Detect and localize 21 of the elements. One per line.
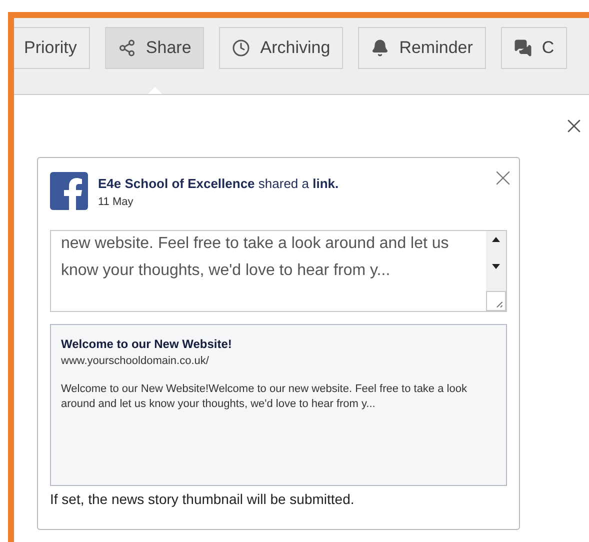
toolbar-tab[interactable]: Reminder: [358, 27, 486, 69]
clock-icon: [232, 39, 250, 57]
toolbar-tab[interactable]: Archiving: [219, 27, 344, 69]
post-header: E4e School of Excellence shared a link.: [98, 175, 339, 193]
resize-grip-icon[interactable]: [486, 291, 506, 311]
preview-description: Welcome to our New Website!Welcome to our new website. Feel free to take a look around and let us know your thoughts, we'd love to hear from y...: [61, 382, 468, 412]
chat-icon: [514, 39, 532, 57]
share-icon: [118, 39, 136, 57]
scroll-down-icon[interactable]: [492, 264, 500, 269]
preview-url: www.yourschooldomain.co.uk/: [61, 354, 210, 369]
scrollbar[interactable]: [486, 231, 506, 311]
caption: If set, the news story thumbnail will be submitted.: [50, 490, 356, 509]
toolbar-tab[interactable]: Priority: [14, 27, 90, 69]
bell-icon: [371, 39, 390, 57]
preview-title: Welcome to our New Website!: [61, 336, 233, 353]
toolbar-tab[interactable]: Share: [104, 27, 204, 69]
facebook-logo-icon: [50, 172, 88, 210]
post-date: 11 May: [98, 194, 134, 210]
toolbar-tab[interactable]: C: [500, 27, 568, 69]
message-field[interactable]: new website. Feel free to take a look around and let us know your thoughts, we'd love to hear from y...: [50, 230, 507, 312]
scroll-up-icon[interactable]: [492, 237, 500, 242]
